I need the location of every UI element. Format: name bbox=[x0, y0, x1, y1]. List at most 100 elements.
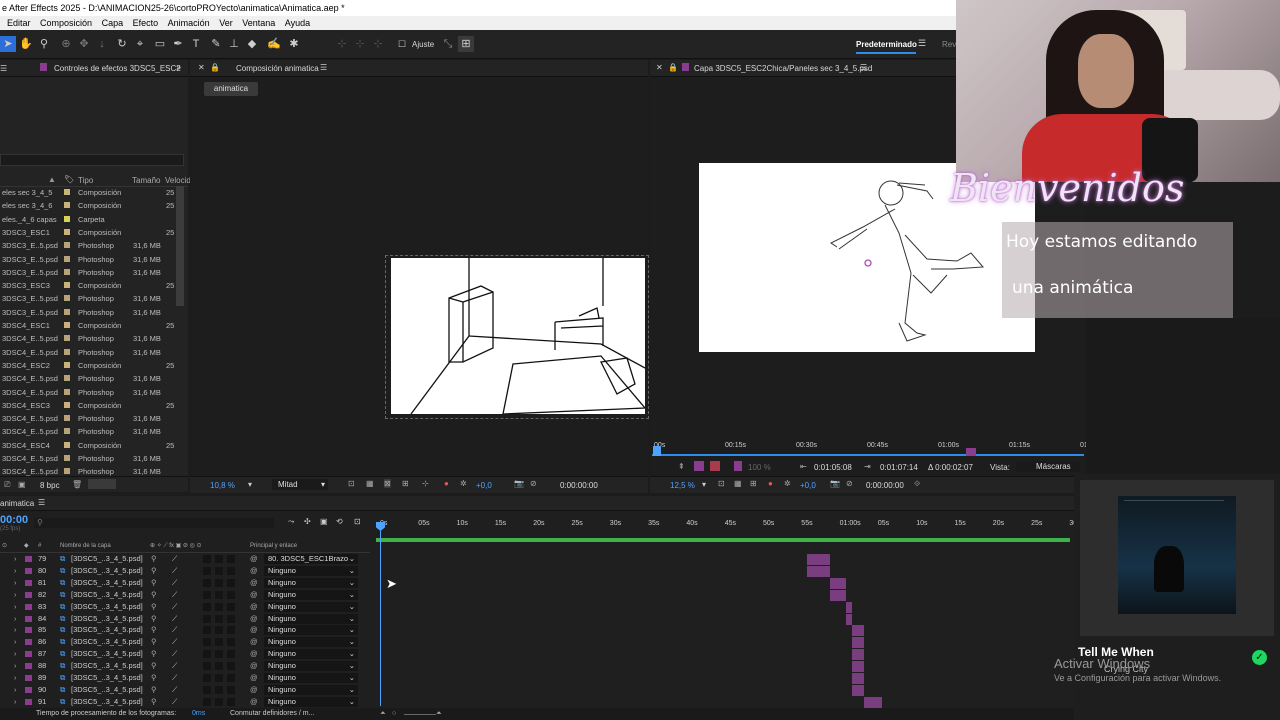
pick-whip-icon[interactable]: @ bbox=[250, 624, 258, 636]
shy-switch-icon[interactable]: ⚲ bbox=[151, 636, 157, 648]
blend-switch[interactable] bbox=[215, 578, 223, 587]
motion-blur-switch[interactable] bbox=[227, 638, 235, 647]
layer-time-ruler[interactable]: 00s00:15s00:30s00:45s01:00s01:15s01:30 bbox=[650, 442, 1098, 458]
interpret-footage-icon[interactable]: ⎚ bbox=[4, 480, 10, 490]
lock-icon[interactable]: 🔒 bbox=[210, 63, 220, 72]
motion-blur-switch[interactable] bbox=[227, 578, 235, 587]
fx-switch[interactable] bbox=[203, 685, 211, 694]
layer-snapshot-icon[interactable]: 📷 bbox=[830, 479, 840, 488]
zoom-slider-track[interactable] bbox=[404, 714, 436, 715]
comp-mini-flowchart-icon[interactable]: ⤳ bbox=[288, 517, 294, 527]
pick-whip-icon[interactable]: @ bbox=[250, 601, 258, 613]
project-item[interactable]: 3DSC4_E..5.psd Photoshop 31,6 MB bbox=[0, 346, 185, 359]
color-management-icon[interactable]: ✲ bbox=[460, 479, 467, 488]
layer-lock-icon[interactable]: 🔒 bbox=[668, 63, 678, 72]
expand-chevron-icon[interactable]: › bbox=[14, 624, 17, 636]
project-item[interactable]: 3DSC4_E..5.psd Photoshop 31,6 MB bbox=[0, 332, 185, 345]
menu-capa[interactable]: Capa bbox=[102, 18, 124, 28]
blend-switch[interactable] bbox=[215, 555, 223, 563]
parent-select[interactable]: Ninguno ⌄ bbox=[264, 696, 358, 707]
pick-whip-icon[interactable]: @ bbox=[250, 660, 258, 672]
timeline-layer-row[interactable]: › 79 ⧉ [3DSC5_..3_4_5.psd] ⚲ ⟋ @80. 3DSC5_ESC1… bbox=[0, 553, 370, 565]
quality-switch-icon[interactable]: ⟋ bbox=[172, 696, 177, 708]
blend-switch[interactable] bbox=[215, 697, 223, 706]
shy-switch-icon[interactable]: ⚲ bbox=[151, 553, 157, 565]
layer-grid-icon[interactable]: ▦ bbox=[734, 479, 742, 488]
blend-switch[interactable] bbox=[215, 566, 223, 575]
quality-switch-icon[interactable]: ⟋ bbox=[172, 660, 177, 672]
menu-ventana[interactable]: Ventana bbox=[242, 18, 275, 28]
layer-roi-icon[interactable]: ⊡ bbox=[718, 479, 725, 488]
fx-switch[interactable] bbox=[203, 566, 211, 575]
layer-menu-icon[interactable]: ☰ bbox=[860, 63, 867, 72]
eraser-tool-icon[interactable]: ◆ bbox=[244, 36, 260, 52]
out-time[interactable]: 0:01:07:14 bbox=[880, 463, 918, 472]
layer-duration-bar[interactable] bbox=[845, 601, 853, 613]
project-scrollbar[interactable] bbox=[176, 186, 184, 306]
layer-label-swatch[interactable] bbox=[25, 663, 32, 670]
project-item[interactable]: 3DSC3_E..5.psd Photoshop 31,6 MB bbox=[0, 292, 185, 305]
label-swatch[interactable] bbox=[64, 361, 70, 368]
timeline-layer-row[interactable]: › 84 ⧉ [3DSC5_..3_4_5.psd] ⚲ ⟋ @ Ninguno ⌄ bbox=[0, 613, 370, 625]
label-swatch[interactable] bbox=[64, 441, 70, 448]
column-layer-name[interactable]: Nombre de la capa bbox=[60, 543, 111, 549]
blend-switch[interactable] bbox=[215, 662, 223, 671]
pick-whip-icon[interactable]: @ bbox=[250, 696, 258, 708]
layer-label-swatch[interactable] bbox=[25, 627, 32, 634]
project-item[interactable]: eles sec 3_4_6 Composición 25 bbox=[0, 199, 185, 212]
layer-duration-bar[interactable] bbox=[806, 554, 830, 565]
layer-label-swatch[interactable] bbox=[25, 639, 32, 646]
menu-editar[interactable]: Editar bbox=[7, 18, 31, 28]
column-type[interactable]: Tipo bbox=[78, 176, 93, 185]
timeline-layer-row[interactable]: › 83 ⧉ [3DSC5_..3_4_5.psd] ⚲ ⟋ @ Ninguno ⌄ bbox=[0, 601, 370, 613]
layer-label-swatch[interactable] bbox=[25, 615, 32, 622]
label-swatch[interactable] bbox=[64, 228, 70, 235]
rectangle-tool-icon[interactable]: ▭ bbox=[152, 36, 168, 52]
tab-composition[interactable]: Composición animatica bbox=[236, 64, 319, 73]
fx-switch[interactable] bbox=[203, 590, 211, 599]
draft-3d-icon[interactable]: ✣ bbox=[304, 517, 311, 526]
layer-name[interactable]: [3DSC5_..3_4_5.psd] bbox=[71, 624, 143, 636]
layer-timecode[interactable]: 0:00:00:00 bbox=[866, 481, 904, 490]
blend-switch[interactable] bbox=[215, 590, 223, 599]
column-parent[interactable]: Principal y enlace bbox=[250, 543, 297, 549]
roto-brush-icon[interactable]: ✍ bbox=[266, 36, 282, 52]
parent-select[interactable]: Ninguno ⌄ bbox=[264, 673, 358, 683]
quality-switch-icon[interactable]: ⟋ bbox=[172, 684, 177, 696]
quality-switch-icon[interactable]: ⟋ bbox=[172, 565, 177, 577]
zoom-out-icon[interactable]: ⏶ bbox=[380, 708, 386, 720]
snap-features-icon[interactable]: ⊞ bbox=[458, 36, 474, 52]
brush-tool-icon[interactable]: ✎ bbox=[208, 36, 224, 52]
exposure-value[interactable]: +0,0 bbox=[476, 481, 492, 490]
zoom-slider-handle[interactable]: ○ bbox=[392, 708, 396, 720]
layer-name[interactable]: [3DSC5_..3_4_5.psd] bbox=[71, 565, 143, 577]
expand-chevron-icon[interactable]: › bbox=[14, 565, 17, 577]
blend-switch[interactable] bbox=[215, 626, 223, 635]
motion-blur-switch[interactable] bbox=[227, 626, 235, 635]
fx-switch[interactable] bbox=[203, 555, 211, 563]
layer-name[interactable]: [3DSC5_..3_4_5.psd] bbox=[71, 601, 143, 613]
timeline-menu-icon[interactable]: ☰ bbox=[38, 498, 45, 507]
label-swatch[interactable] bbox=[64, 282, 70, 289]
expand-chevron-icon[interactable]: › bbox=[14, 601, 17, 613]
expand-chevron-icon[interactable]: › bbox=[14, 648, 17, 660]
parent-select[interactable]: Ninguno ⌄ bbox=[264, 625, 358, 636]
current-time-indicator[interactable] bbox=[380, 522, 381, 706]
timeline-layer-row[interactable]: › 80 ⧉ [3DSC5_..3_4_5.psd] ⚲ ⟋ @ Ninguno ⌄ bbox=[0, 565, 370, 577]
project-item[interactable]: 3DSC4_ESC1 Composición 25 bbox=[0, 319, 185, 332]
layer-color-icon[interactable]: ✲ bbox=[784, 479, 791, 488]
frame-blending-icon[interactable]: ⟲ bbox=[336, 517, 343, 526]
project-item[interactable]: 3DSC3_E..5.psd Photoshop 31,6 MB bbox=[0, 239, 185, 252]
comp-zoom[interactable]: 10,8 % bbox=[210, 481, 235, 490]
label-swatch[interactable] bbox=[64, 455, 70, 461]
delete-icon[interactable]: 🗑 bbox=[72, 480, 82, 489]
snapshot-icon[interactable]: 📷 bbox=[514, 479, 524, 488]
parent-select[interactable]: Ninguno ⌄ bbox=[264, 684, 358, 695]
project-item[interactable]: 3DSC3_E..5.psd Photoshop 31,6 MB bbox=[0, 306, 185, 319]
project-item[interactable]: 3DSC4_E..5.psd Photoshop 31,6 MB bbox=[0, 425, 185, 438]
check-icon[interactable]: ✓ bbox=[1252, 650, 1267, 665]
region-of-interest-icon[interactable]: ⊡ bbox=[348, 479, 355, 488]
fx-switch[interactable] bbox=[203, 638, 211, 647]
layer-channels-icon[interactable]: ● bbox=[768, 479, 773, 488]
label-swatch[interactable] bbox=[64, 428, 70, 435]
